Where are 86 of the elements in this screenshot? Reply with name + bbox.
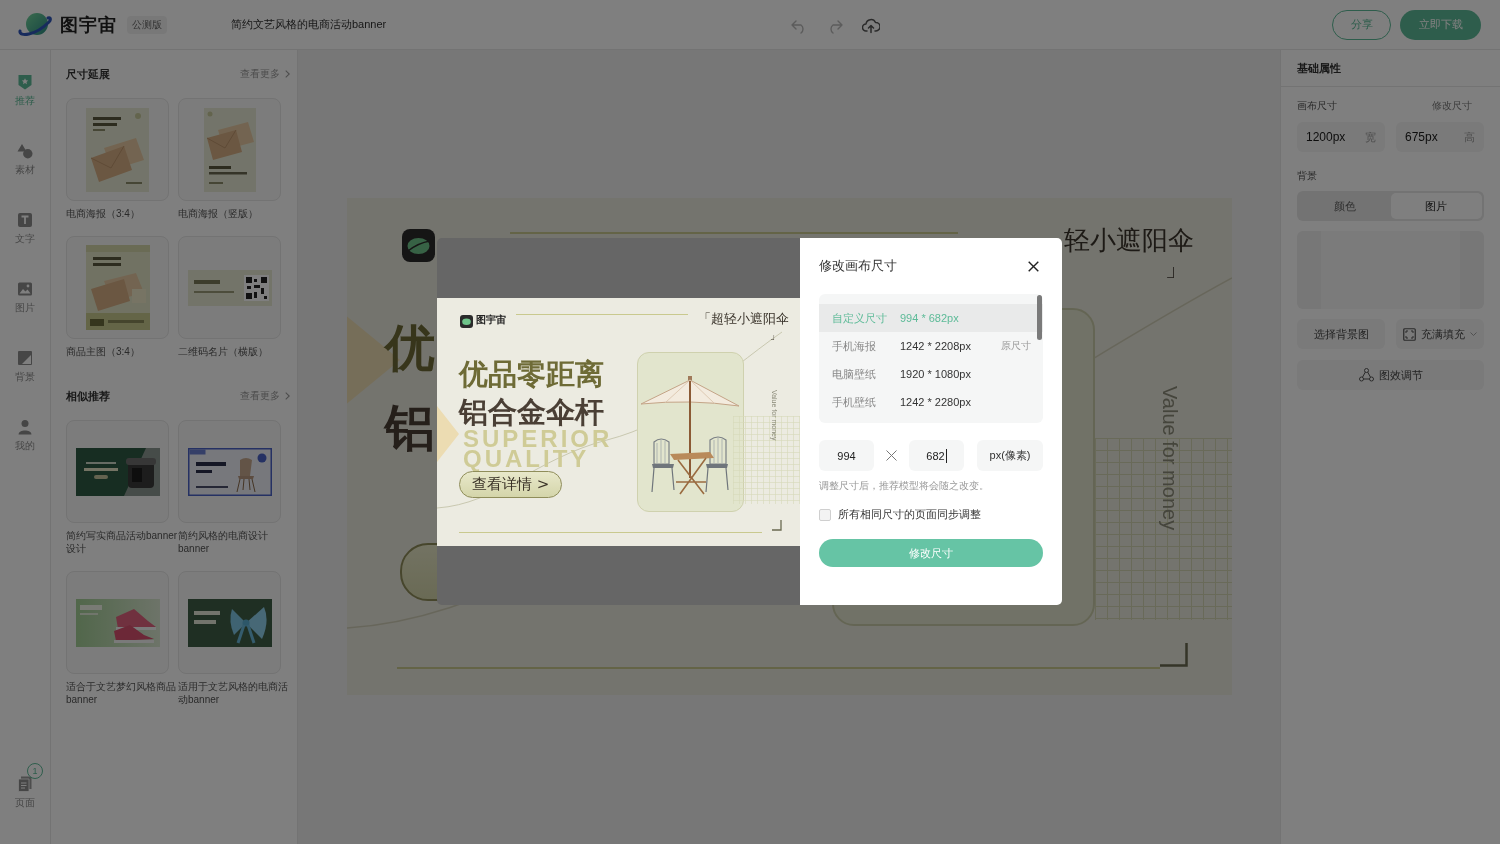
nav-item[interactable]: 推荐: [0, 66, 50, 114]
logo-text: 图宇宙: [476, 312, 506, 327]
field-label: 背景: [1297, 169, 1317, 183]
app-logo-icon: [402, 229, 435, 262]
background-lettering: QUALITY: [463, 448, 590, 469]
subheadline-text: 铝合金伞杆: [459, 395, 604, 428]
fill-mode-select[interactable]: 充满填充: [1396, 319, 1484, 349]
template-title: 电商海报（3:4）: [66, 207, 141, 220]
preset-note: 原尺寸: [1001, 339, 1031, 353]
preset-name: 自定义尺寸: [832, 310, 888, 326]
diamond-decoration: [437, 405, 459, 462]
template-thumbnail[interactable]: [66, 236, 169, 339]
logo-text: 图宇宙: [60, 13, 117, 37]
segment-tab[interactable]: 图片: [1390, 193, 1482, 219]
resize-link[interactable]: 修改尺寸: [1432, 99, 1472, 113]
closing-bracket-text: 」: [770, 329, 780, 342]
section-title: 相似推荐: [66, 388, 110, 404]
template-title: 简约写实商品活动banner设计: [66, 529, 178, 555]
nodes-icon: [1358, 368, 1374, 382]
shapes-icon: [17, 142, 33, 159]
document-title[interactable]: 简约文艺风格的电商活动banner: [231, 17, 387, 32]
chevron-right-icon: [285, 70, 290, 78]
template-title: 简约风格的电商设计banner: [178, 529, 269, 555]
closing-bracket-text: 」: [1165, 256, 1187, 282]
submit-button[interactable]: 修改尺寸: [819, 539, 1043, 567]
close-icon[interactable]: [1028, 260, 1039, 272]
corner-bracket-icon: [772, 519, 782, 531]
effects-button[interactable]: 图效调节: [1297, 360, 1484, 390]
caret-down-icon: [1470, 332, 1477, 336]
size-preset-row[interactable]: 电脑壁纸 1920 * 1080px: [819, 360, 1043, 388]
unit-select[interactable]: px(像素): [977, 440, 1043, 471]
fill-frame-icon: [1403, 327, 1416, 341]
background-lettering: SUPERIOR: [463, 428, 613, 449]
segment-tab[interactable]: 颜色: [1299, 193, 1391, 219]
template-thumbnail[interactable]: [66, 98, 169, 201]
headline-text: 铝: [385, 398, 435, 458]
preset-size: 1242 * 2208px: [900, 340, 972, 352]
section-title: 尺寸延展: [66, 66, 110, 82]
document-icon: [18, 775, 32, 792]
template-thumbnail[interactable]: [178, 98, 281, 201]
template-title: 商品主图（3:4）: [66, 345, 141, 358]
scrollbar-thumb[interactable]: [1037, 295, 1042, 340]
page-count-badge: 1: [27, 762, 43, 779]
cta-pill: 查看详情 >: [459, 470, 563, 498]
download-button[interactable]: 立即下载: [1400, 9, 1481, 40]
template-thumbnail[interactable]: [178, 420, 281, 523]
preset-size: 1920 * 1080px: [900, 368, 972, 380]
checkbox-label: 所有相同尺寸的页面同步调整: [838, 507, 981, 522]
image-icon: [17, 280, 33, 297]
preset-size: 994 * 682px: [900, 312, 960, 324]
template-thumbnail[interactable]: [178, 571, 281, 674]
headline-text: 优品零距离: [459, 357, 604, 390]
tagline-text: 「超轻小遮阳伞: [698, 309, 789, 327]
person-icon: [17, 418, 33, 435]
template-thumbnail[interactable]: [66, 571, 169, 674]
corner-bracket-icon: [1160, 643, 1188, 667]
template-title: 适合于文艺梦幻风格商品banner: [66, 680, 177, 706]
template-title: 二维码名片（横版）: [178, 345, 269, 358]
template-title: 电商海报（竖版）: [178, 207, 259, 220]
field-label: 画布尺寸: [1297, 99, 1337, 113]
size-input[interactable]: 994: [819, 440, 874, 471]
app-logo-icon: [460, 314, 473, 328]
size-preset-row[interactable]: 手机海报 1242 * 2208px 原尺寸: [819, 332, 1043, 360]
panel-title: 基础属性: [1281, 50, 1500, 87]
size-preset-row[interactable]: 自定义尺寸 994 * 682px: [819, 304, 1043, 332]
shield-star-icon: [17, 73, 33, 90]
preset-name: 电脑壁纸: [832, 366, 877, 382]
headline-text: 优: [385, 318, 435, 378]
size-preset-row[interactable]: 手机壁纸 1242 * 2280px: [819, 388, 1043, 416]
template-title: 适用于文艺风格的电商活动banner: [178, 680, 289, 706]
hint-text: 调整尺寸后，推荐模型将会随之改变。: [819, 479, 990, 493]
background-icon: [17, 349, 33, 366]
preset-size: 1242 * 2280px: [900, 396, 972, 408]
size-input[interactable]: 682: [909, 440, 964, 471]
template-thumbnail[interactable]: [178, 236, 281, 339]
tagline-text: 轻小遮阳伞: [1064, 224, 1194, 256]
chevron-right-icon: [285, 392, 290, 400]
template-thumbnail[interactable]: [66, 420, 169, 523]
preset-name: 手机海报: [832, 338, 877, 354]
checkbox[interactable]: [819, 508, 831, 521]
planet-logo-icon: [18, 11, 52, 38]
preset-name: 手机壁纸: [832, 394, 877, 410]
dialog-title: 修改画布尺寸: [819, 257, 897, 275]
times-icon: [886, 450, 897, 461]
text-icon: [17, 211, 33, 228]
choose-image-button[interactable]: 选择背景图: [1297, 319, 1385, 349]
